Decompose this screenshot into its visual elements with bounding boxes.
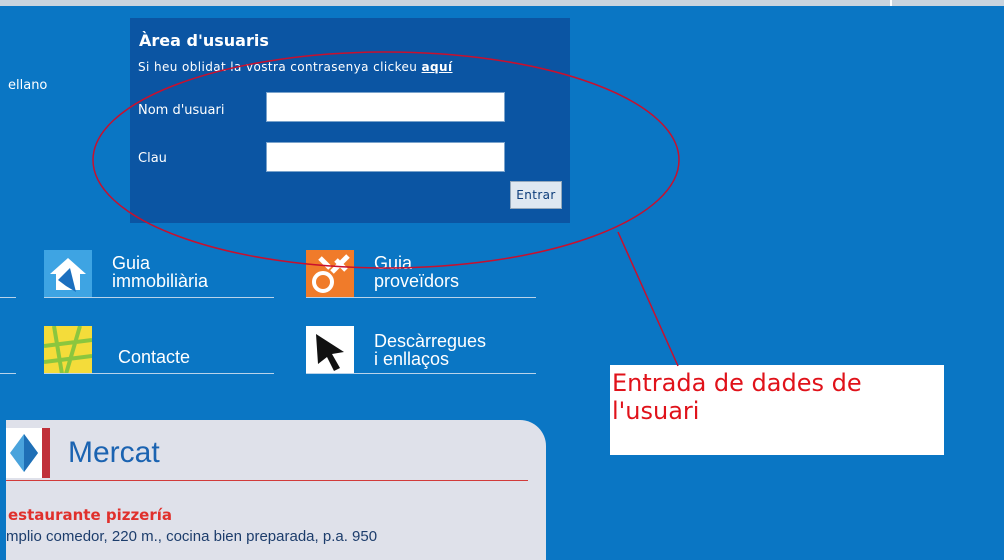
mercat-divider xyxy=(6,480,528,481)
forgot-password-link[interactable]: aquí xyxy=(422,60,453,74)
login-title: Àrea d'usuaris xyxy=(139,31,269,50)
login-submit-button[interactable]: Entrar xyxy=(510,181,562,209)
nav-guia-proveidors[interactable]: Guia proveïdors xyxy=(374,254,459,290)
divider xyxy=(44,297,274,298)
login-panel: Àrea d'usuaris Si heu oblidat la vostra … xyxy=(130,18,570,223)
tools-icon[interactable] xyxy=(306,250,354,298)
listing-title[interactable]: estaurante pizzería xyxy=(8,506,172,524)
divider xyxy=(44,373,274,374)
top-border xyxy=(0,0,1004,6)
guia-immo-line2: immobiliària xyxy=(112,271,209,291)
market-icon xyxy=(6,428,50,478)
password-input[interactable] xyxy=(266,142,505,172)
cursor-icon[interactable] xyxy=(306,326,354,374)
password-label: Clau xyxy=(138,151,167,166)
divider xyxy=(306,373,536,374)
house-icon[interactable] xyxy=(44,250,92,298)
nav-guia-immobiliaria[interactable]: Guia immobiliària xyxy=(112,254,208,290)
mercat-title: Mercat xyxy=(68,436,160,469)
top-divider xyxy=(890,0,892,6)
annotation-line2: l'usuari xyxy=(612,397,700,425)
divider xyxy=(0,373,16,374)
guia-prov-line1: Guia xyxy=(374,253,413,273)
map-icon[interactable] xyxy=(44,326,92,374)
guia-immo-line1: Guia xyxy=(112,253,151,273)
forgot-text: Si heu oblidat la vostra contrasenya cli… xyxy=(138,60,418,74)
annotation-pointer-line xyxy=(617,231,679,367)
divider xyxy=(0,297,16,298)
annotation-callout: Entrada de dades de l'usuari xyxy=(610,365,944,455)
guia-prov-line2: proveïdors xyxy=(374,271,460,291)
listing-description: mplio comedor, 220 m., cocina bien prepa… xyxy=(6,528,378,545)
username-label: Nom d'usuari xyxy=(138,103,225,118)
nav-contacte[interactable]: Contacte xyxy=(118,348,190,366)
forgot-password-text: Si heu oblidat la vostra contrasenya cli… xyxy=(138,60,453,74)
desc-line1: Descàrregues xyxy=(374,331,487,351)
mercat-panel: Mercat estaurante pizzería mplio comedor… xyxy=(6,420,546,560)
divider xyxy=(306,297,536,298)
desc-line2: i enllaços xyxy=(374,349,450,369)
username-input[interactable] xyxy=(266,92,505,122)
nav-descarregues[interactable]: Descàrregues i enllaços xyxy=(374,332,486,368)
language-link[interactable]: ellano xyxy=(8,78,47,93)
annotation-line1: Entrada de dades de xyxy=(612,369,862,397)
